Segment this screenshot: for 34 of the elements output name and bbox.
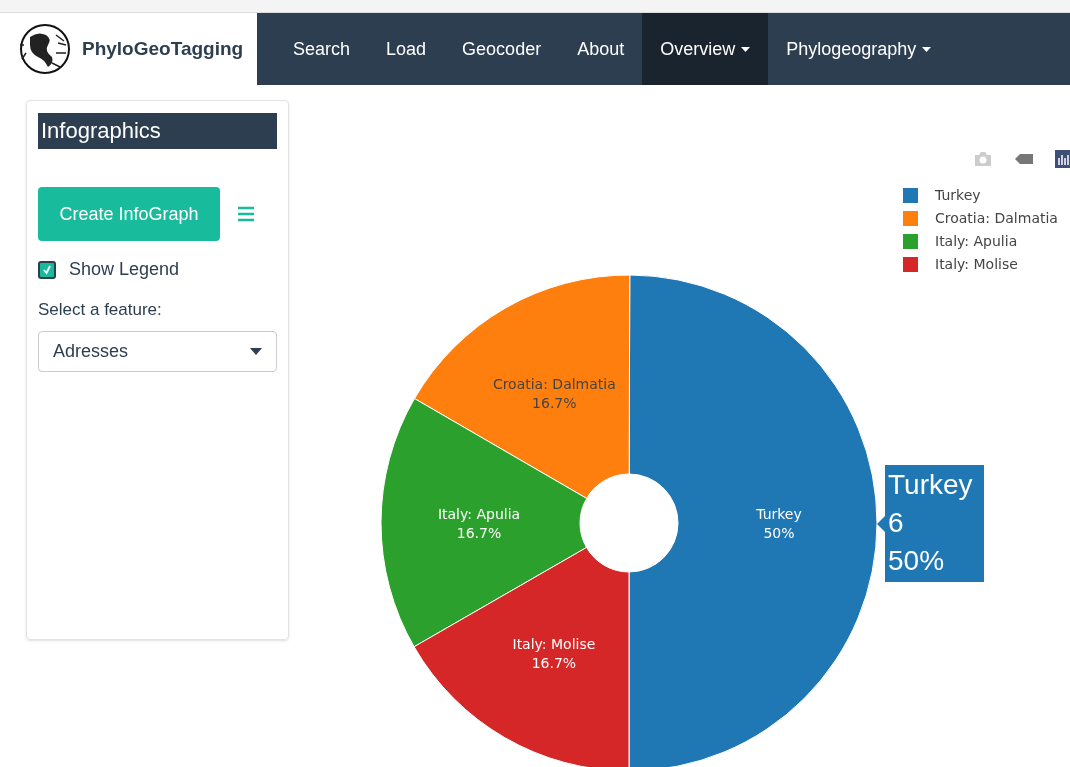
legend-swatch[interactable] [903,187,918,203]
nav-link[interactable]: About [559,13,643,85]
tag-icon[interactable] [1015,154,1033,164]
hover-tooltip: Turkey 6 50% [885,465,984,582]
nav-link[interactable]: Search [275,13,369,85]
nav-link[interactable]: Geocoder [444,13,560,85]
brand-area[interactable]: PhyloGeoTagging [10,13,257,85]
bar-chart-icon[interactable] [1055,150,1070,168]
checkbox-label: Show Legend [69,258,180,281]
check-icon [42,264,52,275]
legend-label[interactable]: Turkey [935,184,981,206]
legend-swatch[interactable] [903,256,918,272]
feature-select[interactable]: Adresses [38,330,277,372]
slice-label: Croatia: Dalmatia 16.7% [492,375,616,411]
legend-swatch[interactable] [903,233,918,249]
legend-swatch[interactable] [903,210,918,226]
slice-label: Italy: Apulia 16.7% [437,505,521,541]
slice-label: Turkey 50% [756,506,802,542]
donut-slice[interactable] [414,274,631,499]
field-label: Select a feature: [38,299,163,321]
donut-slice[interactable] [628,274,878,767]
legend-label[interactable]: Italy: Molise [935,253,1018,275]
checkbox[interactable] [38,260,56,279]
donut-slice[interactable] [413,546,630,767]
legend-label[interactable]: Croatia: Dalmatia [935,207,1058,229]
panel-title: Infographics [38,113,277,149]
caret-icon [250,347,262,355]
nav-link[interactable]: Overview [642,13,769,85]
brand-name: PhyloGeoTagging [82,36,244,61]
nav-link[interactable]: Phylogeography [768,13,950,85]
tooltip-pointer [877,515,885,532]
nav-link[interactable]: Load [368,13,445,85]
slice-label: Italy: Molise 16.7% [512,635,596,671]
legend-label[interactable]: Italy: Apulia [935,230,1018,252]
